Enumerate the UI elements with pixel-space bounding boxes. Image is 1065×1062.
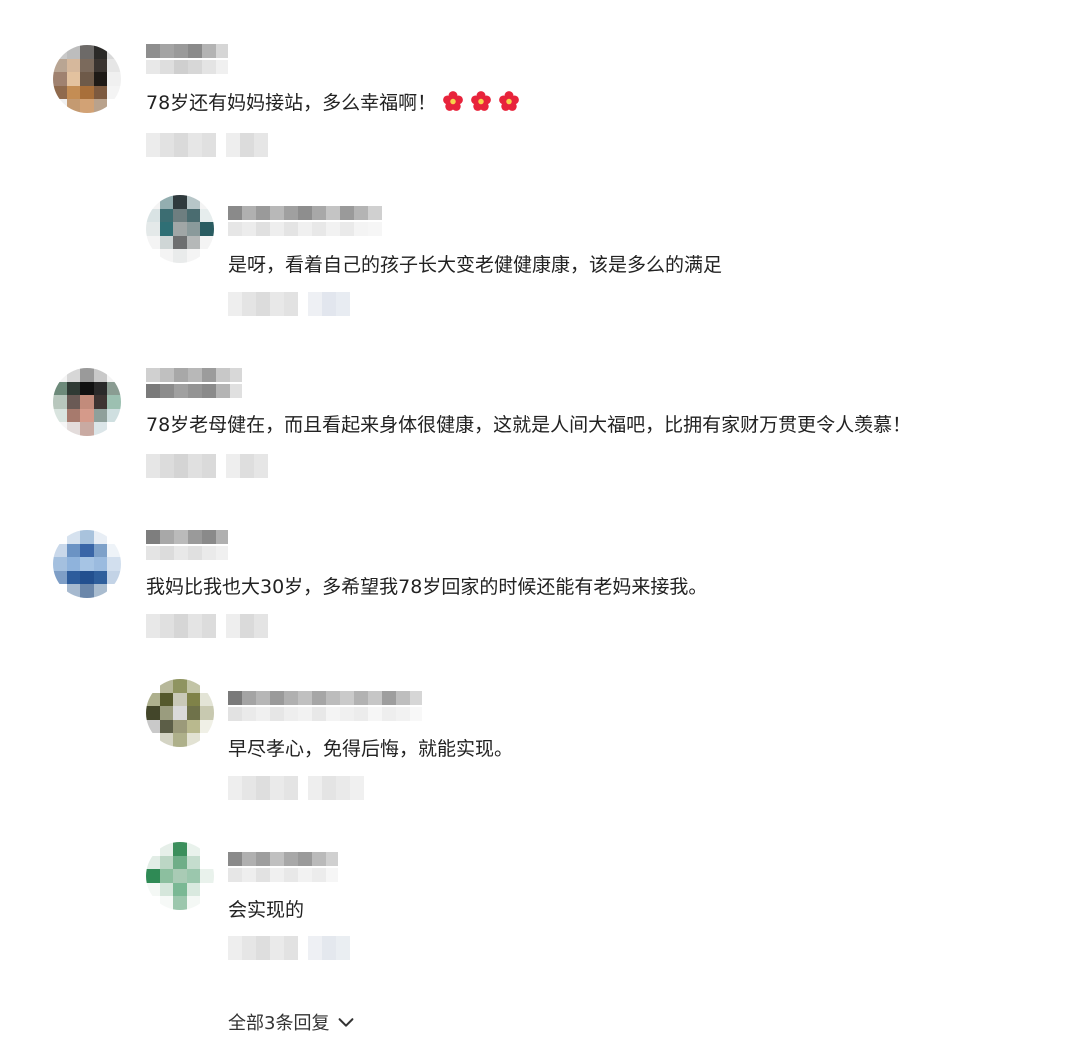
username-blurred[interactable] xyxy=(146,368,242,398)
comment-meta-blurred xyxy=(228,776,364,800)
chevron-down-icon xyxy=(339,1018,354,1027)
view-all-replies-label: 全部3条回复 xyxy=(228,1013,330,1034)
like-button-blurred[interactable] xyxy=(226,454,268,478)
comment-meta-blurred xyxy=(228,292,350,316)
comment-text: 我妈比我也大30岁，多希望我78岁回家的时候还能有老妈来接我。 xyxy=(146,576,708,598)
username-blurred[interactable] xyxy=(228,691,422,721)
red-flower-icon xyxy=(443,91,464,111)
comment-text: 会实现的 xyxy=(228,899,305,921)
comment-meta-blurred xyxy=(146,133,268,157)
avatar[interactable] xyxy=(53,368,121,436)
username-blurred[interactable] xyxy=(146,44,228,74)
red-flower-icon xyxy=(499,91,520,111)
view-all-replies-button[interactable]: 全部3条回复 xyxy=(228,1009,357,1035)
comment-text-content: 78岁还有妈妈接站，多么幸福啊！ xyxy=(146,92,437,114)
comment-text: 78岁老母健在，而且看起来身体很健康，这就是人间大福吧，比拥有家财万贯更令人羡慕… xyxy=(146,414,912,436)
red-flower-icon xyxy=(471,91,492,111)
avatar[interactable] xyxy=(53,45,121,113)
comment-meta-blurred xyxy=(146,614,268,638)
avatar[interactable] xyxy=(53,530,121,598)
like-button-blurred[interactable] xyxy=(308,776,364,800)
comment-meta-blurred xyxy=(146,454,268,478)
comment-text: 是呀，看着自己的孩子长大变老健健康康，该是多么的满足 xyxy=(228,254,723,276)
comment-text: 78岁还有妈妈接站，多么幸福啊！ xyxy=(146,90,520,116)
comment-text: 早尽孝心，免得后悔，就能实现。 xyxy=(228,738,514,760)
username-blurred[interactable] xyxy=(146,530,228,560)
like-button-blurred[interactable] xyxy=(226,133,268,157)
username-blurred[interactable] xyxy=(228,852,338,882)
like-button-blurred[interactable] xyxy=(226,614,268,638)
avatar[interactable] xyxy=(146,679,214,747)
username-blurred[interactable] xyxy=(228,206,382,236)
avatar[interactable] xyxy=(146,842,214,910)
comment-meta-blurred xyxy=(228,936,350,960)
like-button-blurred[interactable] xyxy=(308,292,350,316)
avatar[interactable] xyxy=(146,195,214,263)
like-button-blurred[interactable] xyxy=(308,936,350,960)
